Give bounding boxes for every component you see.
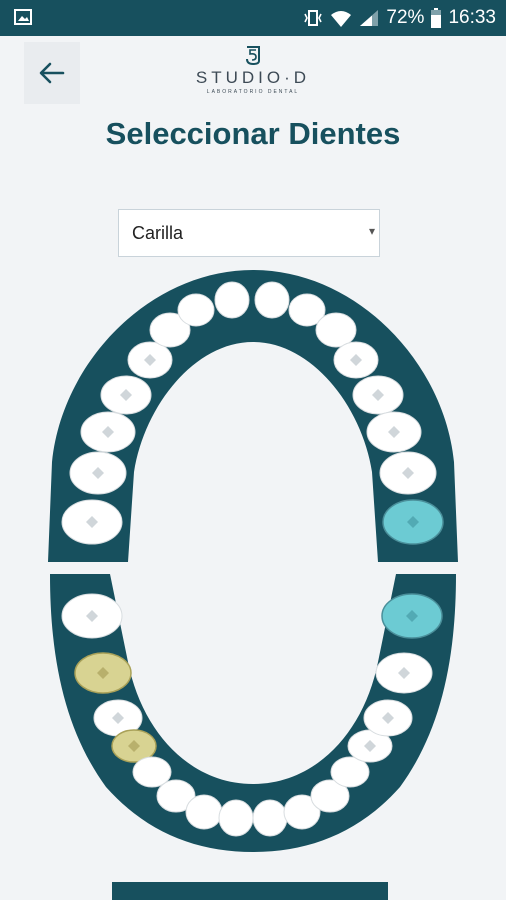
dropdown-caret-icon: ▾ [368, 224, 375, 238]
wifi-icon [331, 11, 352, 27]
tooth-chart [48, 270, 458, 852]
battery-percent: 72% [386, 7, 425, 28]
upper-tooth-11[interactable] [315, 312, 357, 348]
arrow-left-icon [39, 62, 65, 84]
lower-tooth-7[interactable] [185, 794, 223, 830]
vibrate-icon [304, 10, 323, 26]
signal-icon [360, 10, 379, 26]
brand-name: STUDIO·D [195, 68, 311, 87]
brand-logo: STUDIO·D LABORATORIO DENTAL [178, 44, 328, 102]
upper-tooth-9[interactable] [254, 281, 290, 319]
upper-tooth-8[interactable] [214, 281, 250, 319]
gallery-icon [14, 9, 32, 25]
clock: 16:33 [448, 7, 496, 28]
treatment-select[interactable]: Carilla ▾ [118, 209, 380, 257]
lower-tooth-9[interactable] [252, 799, 288, 837]
status-bar: 72% 16:33 [0, 0, 506, 36]
treatment-select-value: Carilla [132, 223, 184, 243]
continue-button[interactable] [112, 882, 388, 900]
brand-mark-icon [246, 46, 260, 66]
brand-subtitle: LABORATORIO DENTAL [206, 89, 300, 95]
page-title: Seleccionar Dientes [105, 116, 401, 151]
upper-tooth-7[interactable] [177, 293, 215, 327]
battery-icon [431, 8, 442, 28]
lower-tooth-8[interactable] [218, 799, 254, 837]
back-button[interactable] [24, 42, 80, 104]
